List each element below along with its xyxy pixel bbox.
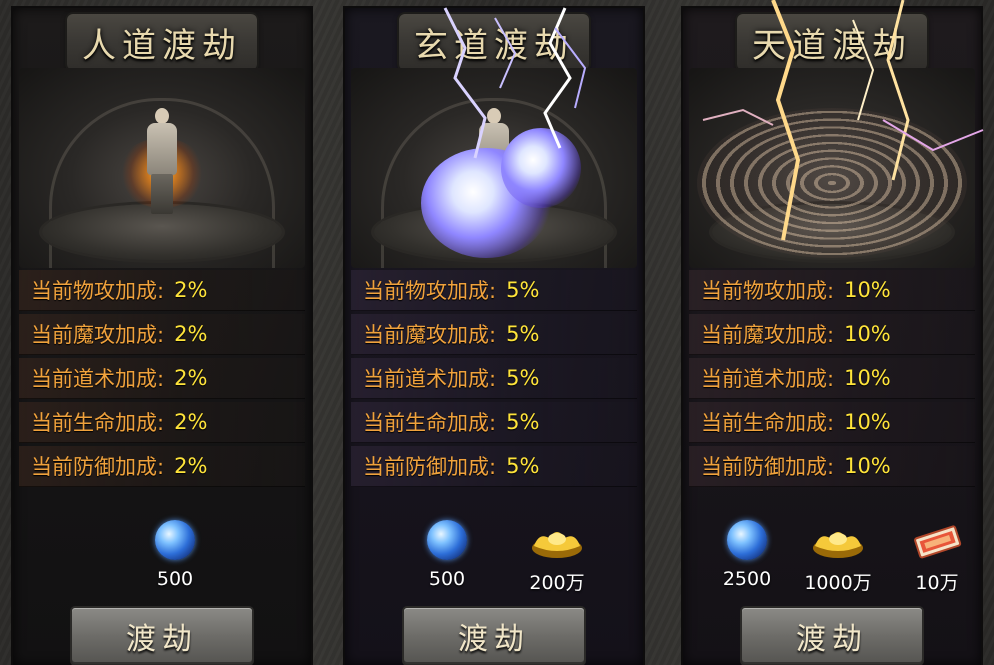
stat-value: 10%	[844, 454, 891, 478]
stat-label: 当前生命加成:	[31, 411, 165, 435]
stat-row-physical-attack: 当前物攻加成: 5%	[351, 270, 637, 311]
cost-amount: 500	[156, 568, 194, 590]
stat-label: 当前魔攻加成:	[701, 323, 835, 347]
spirit-orb-icon	[155, 520, 195, 560]
stat-value: 2%	[174, 410, 208, 434]
gold-ingot-icon	[531, 520, 583, 560]
tribulation-button[interactable]: 渡劫	[72, 608, 252, 664]
tribulation-button[interactable]: 渡劫	[742, 608, 922, 664]
stat-value: 5%	[506, 454, 540, 478]
spirit-orb-icon	[727, 520, 767, 560]
stat-value: 10%	[844, 278, 891, 302]
stat-value: 2%	[174, 322, 208, 346]
lightning-bolt-icon	[443, 7, 587, 159]
cost-item-spirit-orb: 500	[133, 520, 217, 590]
stat-row-defense: 当前防御加成: 10%	[689, 446, 975, 487]
cost-item-bank-note: 10万	[895, 520, 979, 595]
stat-row-defense: 当前防御加成: 5%	[351, 446, 637, 487]
cost-amount: 2500	[722, 568, 772, 590]
stat-value: 10%	[844, 410, 891, 434]
stat-row-magic-attack: 当前魔攻加成: 5%	[351, 314, 637, 355]
cost-amount: 500	[428, 568, 466, 590]
cost-item-gold-ingot: 1000万	[796, 520, 880, 595]
stat-row-health: 当前生命加成: 2%	[19, 402, 305, 443]
cost-item-gold-ingot: 200万	[515, 520, 599, 595]
tribulation-panel-mystic: 玄道渡劫 当前物攻加成: 5% 当前魔攻加成: 5% 当前道术加成: 5% 当前…	[345, 7, 643, 665]
cost-amount: 10万	[915, 572, 959, 594]
stat-label: 当前道术加成:	[31, 367, 165, 391]
stat-row-health: 当前生命加成: 5%	[351, 402, 637, 443]
tribulation-arena	[19, 68, 305, 268]
bonus-stats-list: 当前物攻加成: 10% 当前魔攻加成: 10% 当前道术加成: 10% 当前生命…	[689, 270, 975, 490]
stat-value: 5%	[506, 322, 540, 346]
stat-row-magic-attack: 当前魔攻加成: 10%	[689, 314, 975, 355]
lightning-bolt-icon	[702, 0, 984, 241]
bank-note-icon	[912, 520, 962, 560]
stat-label: 当前防御加成:	[701, 455, 835, 479]
stat-row-physical-attack: 当前物攻加成: 10%	[689, 270, 975, 311]
gold-ingot-icon	[812, 520, 864, 560]
cost-list: 500 200万	[345, 520, 643, 600]
panel-title: 人道渡劫	[82, 25, 242, 66]
stat-label: 当前生命加成:	[701, 411, 835, 435]
player-character	[145, 108, 179, 218]
tribulation-button[interactable]: 渡劫	[404, 608, 584, 664]
stat-label: 当前物攻加成:	[363, 279, 497, 303]
stat-label: 当前物攻加成:	[31, 279, 165, 303]
tribulation-panel-heaven: 天道渡劫 当前物攻加成: 10% 当前魔攻加成: 10% 当前道术加成: 10%…	[683, 0, 984, 665]
cost-item-spirit-orb: 2500	[705, 520, 789, 590]
tribulation-panel-human: 人道渡劫 当前物攻加成: 2% 当前魔攻加成: 2% 当前道术加成: 2% 当前…	[13, 8, 311, 665]
stat-value: 2%	[174, 454, 208, 478]
stat-value: 5%	[506, 278, 540, 302]
stat-row-magic-attack: 当前魔攻加成: 2%	[19, 314, 305, 355]
stat-value: 5%	[506, 366, 540, 390]
cost-item-spirit-orb: 500	[405, 520, 489, 590]
cost-amount: 200万	[529, 572, 585, 594]
stat-row-taoism: 当前道术加成: 10%	[689, 358, 975, 399]
stat-label: 当前防御加成:	[31, 455, 165, 479]
stat-value: 10%	[844, 366, 891, 390]
stat-value: 10%	[844, 322, 891, 346]
stat-row-health: 当前生命加成: 10%	[689, 402, 975, 443]
stat-value: 2%	[174, 366, 208, 390]
stat-label: 当前道术加成:	[701, 367, 835, 391]
cost-list: 2500 1000万 10万	[683, 520, 981, 600]
stat-label: 当前物攻加成:	[701, 279, 835, 303]
spirit-orb-icon	[427, 520, 467, 560]
cost-amount: 1000万	[804, 572, 872, 594]
cost-list: 500	[13, 520, 311, 600]
stat-label: 当前防御加成:	[363, 455, 497, 479]
bonus-stats-list: 当前物攻加成: 2% 当前魔攻加成: 2% 当前道术加成: 2% 当前生命加成:…	[19, 270, 305, 490]
panel-title-plate: 人道渡劫	[67, 14, 257, 70]
stat-row-taoism: 当前道术加成: 2%	[19, 358, 305, 399]
stat-value: 2%	[174, 278, 208, 302]
stat-label: 当前生命加成:	[363, 411, 497, 435]
bonus-stats-list: 当前物攻加成: 5% 当前魔攻加成: 5% 当前道术加成: 5% 当前生命加成:…	[351, 270, 637, 490]
stat-row-defense: 当前防御加成: 2%	[19, 446, 305, 487]
stat-row-taoism: 当前道术加成: 5%	[351, 358, 637, 399]
stat-label: 当前道术加成:	[363, 367, 497, 391]
stat-row-physical-attack: 当前物攻加成: 2%	[19, 270, 305, 311]
stat-value: 5%	[506, 410, 540, 434]
stat-label: 当前魔攻加成:	[363, 323, 497, 347]
stat-label: 当前魔攻加成:	[31, 323, 165, 347]
